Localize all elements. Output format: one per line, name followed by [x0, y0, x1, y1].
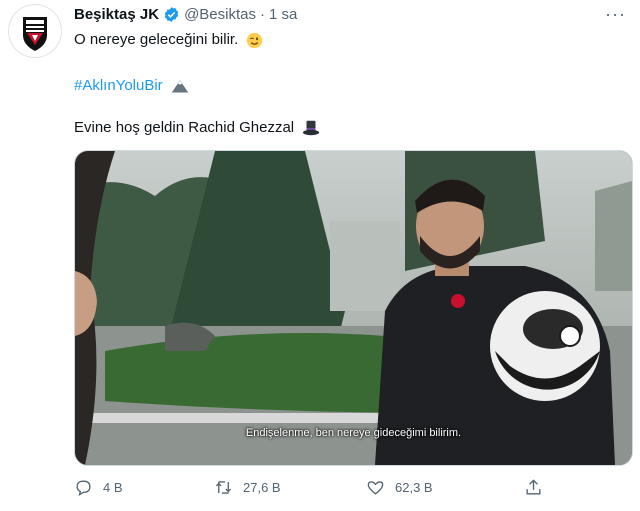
- welcome-text: Evine hoş geldin Rachid Ghezzal: [74, 119, 295, 136]
- tweet-text-line-3: Evine hoş geldin Rachid Ghezzal: [74, 119, 320, 137]
- more-options-icon[interactable]: ···: [605, 4, 626, 25]
- like-button[interactable]: 62,3 B: [366, 478, 433, 497]
- avatar[interactable]: [8, 4, 62, 58]
- share-button[interactable]: [524, 478, 553, 497]
- retweet-icon: [215, 481, 232, 494]
- mountain-snow-icon: [171, 79, 189, 93]
- retweet-button[interactable]: 27,6 B: [214, 478, 281, 497]
- video-subtitle: Endişelenme, ben nereye gideceğimi bilir…: [245, 427, 462, 439]
- tweet-actions: 4 B 27,6 B 62,3 B: [74, 478, 594, 500]
- tweet-header: Beşiktaş JK @Besiktas · 1 sa: [74, 6, 297, 23]
- heart-icon: [367, 481, 384, 495]
- verified-badge-icon: [164, 7, 179, 22]
- separator-dot: ·: [259, 6, 265, 23]
- retweet-count: 27,6 B: [243, 480, 281, 495]
- top-hat-icon: [303, 120, 320, 136]
- author-name[interactable]: Beşiktaş JK: [74, 6, 159, 23]
- video-player[interactable]: Endişelenme, ben nereye gideceğimi bilir…: [74, 150, 633, 466]
- author-handle[interactable]: @Besiktas: [184, 6, 256, 23]
- like-count: 62,3 B: [395, 480, 433, 495]
- hashtag-line: #AklınYoluBir: [74, 77, 189, 94]
- reply-icon: [76, 480, 91, 497]
- besiktas-logo-icon: [10, 6, 60, 56]
- winking-face-icon: [247, 32, 263, 48]
- reply-count: 4 B: [103, 480, 123, 495]
- reply-button[interactable]: 4 B: [74, 478, 123, 497]
- timestamp[interactable]: 1 sa: [269, 6, 297, 23]
- hashtag-link[interactable]: #AklınYoluBir: [74, 77, 163, 94]
- share-icon: [526, 479, 541, 495]
- video-frame: [75, 151, 632, 465]
- tweet-text-line-1: O nereye geleceğini bilir.: [74, 31, 263, 49]
- tweet-text: O nereye geleceğini bilir.: [74, 31, 239, 48]
